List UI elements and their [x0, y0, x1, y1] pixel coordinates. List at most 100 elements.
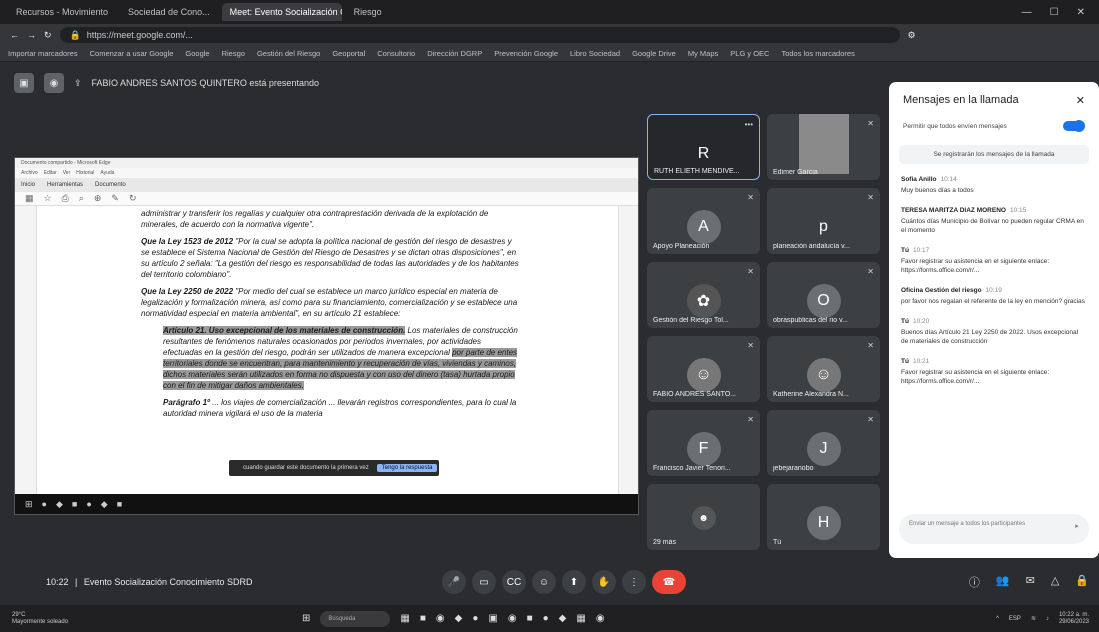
bookmark[interactable]: Comenzar a usar Google — [90, 49, 174, 58]
avatar: ☻ — [691, 506, 716, 530]
app-icon[interactable]: ● — [543, 613, 549, 624]
participant-tile[interactable]: ☺ ✕ Katherine Alexandra N... — [767, 336, 880, 402]
participant-tile[interactable]: J ✕ jebejaranobo — [767, 410, 880, 476]
mic-icon[interactable]: 🎤 — [442, 570, 466, 594]
chat-input[interactable]: Enviar un mensaje a todos los participan… — [899, 514, 1089, 544]
present-icon[interactable]: ⬆ — [562, 570, 586, 594]
weather-temp: 29°C — [12, 611, 26, 618]
bookmark[interactable]: My Maps — [688, 49, 718, 58]
leave-call-button[interactable]: ☎ — [652, 570, 686, 594]
app-icon[interactable]: ▦ — [400, 613, 409, 624]
toast-button: Tengo la respuesta — [376, 464, 438, 472]
captions-icon[interactable]: CC — [502, 570, 526, 594]
language-indicator[interactable]: ESP — [1009, 616, 1021, 622]
activities-icon[interactable]: △ — [1051, 574, 1059, 590]
avatar: ☺ — [686, 358, 721, 392]
bookmark[interactable]: Importar marcadores — [8, 49, 78, 58]
avatar: O — [806, 284, 841, 318]
bookmark[interactable]: Geoportal — [332, 49, 365, 58]
bookmark[interactable]: Dirección DGRP — [427, 49, 482, 58]
participant-tile[interactable]: ✿ ✕ Gestión del Riesgo Tol... — [647, 262, 760, 328]
minimize-icon[interactable]: — — [1022, 7, 1032, 18]
avatar: J — [806, 432, 841, 466]
wifi-icon[interactable]: ≋ — [1031, 615, 1036, 622]
forward-icon[interactable]: → — [27, 30, 36, 40]
lock-icon: 🔒 — [69, 29, 81, 40]
bookmark[interactable]: Riesgo — [222, 49, 245, 58]
bookmark[interactable]: Consultorio — [377, 49, 415, 58]
send-icon[interactable]: ➤ — [1074, 523, 1079, 532]
reactions-icon[interactable]: ☺ — [532, 570, 556, 594]
shared-tab: Herramientas — [47, 182, 84, 188]
bookmark[interactable]: PLG y OEC — [730, 49, 769, 58]
close-icon[interactable]: ✕ — [1076, 94, 1085, 107]
shared-left-panel — [15, 206, 37, 496]
browser-tab-meet[interactable]: Meet: Evento Socialización Co... — [221, 3, 342, 21]
participant-tile[interactable]: ☺ ✕ FABIO ANDRES SANTO... — [647, 336, 760, 402]
participant-tile[interactable]: p ✕ planeación andalucía v... — [767, 188, 880, 254]
clock[interactable]: 10:22 a. m. 29/06/2023 — [1059, 612, 1089, 626]
chat-panel: Mensajes en la llamada ✕ Permitir que to… — [889, 82, 1099, 558]
participant-name: Katherine Alexandra N... — [773, 391, 849, 398]
back-icon[interactable]: ← — [10, 30, 19, 40]
toast-text: cuando guardar este documento la primera… — [243, 465, 369, 471]
maximize-icon[interactable]: ☐ — [1050, 7, 1059, 18]
app-icon[interactable]: ■ — [527, 613, 533, 624]
start-icon[interactable]: ⊞ — [302, 613, 310, 624]
bookmark[interactable]: Google Drive — [632, 49, 676, 58]
zoom-icon: ⊕ — [93, 193, 102, 203]
app-icon[interactable]: ◆ — [559, 613, 567, 624]
weather-widget[interactable]: 29°C Mayormente soleado — [12, 612, 68, 626]
bookmark[interactable]: Todos los marcadores — [781, 49, 854, 58]
participant-tile[interactable]: H Tú — [767, 484, 880, 550]
bookmark[interactable]: Prevención Google — [494, 49, 558, 58]
participant-tile[interactable]: ✕ Edimer Garcia — [767, 114, 880, 180]
participant-video — [798, 114, 849, 174]
participant-tile[interactable]: F ✕ Francisco Javier Tenori... — [647, 410, 760, 476]
layout-icon[interactable]: ▣ — [14, 73, 34, 93]
participant-tile[interactable]: O ✕ obraspublicas del rio v... — [767, 262, 880, 328]
taskbar-search[interactable]: Búsqueda — [320, 610, 391, 627]
participant-tile[interactable]: R ••• RUTH ELIETH MENDIVE... — [647, 114, 760, 180]
participant-tile[interactable]: ☻ 29 más — [647, 484, 760, 550]
participant-tile[interactable]: A ✕ Apoyo Planeación — [647, 188, 760, 254]
app-icon[interactable]: ◉ — [508, 613, 517, 624]
info-icon[interactable]: ⓘ — [969, 574, 980, 590]
camera-icon[interactable]: ▭ — [472, 570, 496, 594]
browser-tab-1[interactable]: Recursos - Movimiento — [8, 3, 116, 21]
chevron-up-icon[interactable]: ^ — [996, 616, 999, 622]
chat-permission-toggle[interactable] — [1063, 120, 1085, 132]
star-icon: ☆ — [43, 193, 52, 203]
close-window-icon[interactable]: ✕ — [1077, 7, 1085, 18]
pin-icon[interactable]: ◉ — [44, 73, 64, 93]
mic-off-icon: ✕ — [867, 341, 874, 350]
browser-tab-4[interactable]: Riesgo — [346, 3, 390, 21]
doc-paragraph: administrar y transferir los regalías y … — [141, 209, 489, 229]
host-controls-icon[interactable]: 🔒 — [1075, 574, 1089, 590]
more-options-icon[interactable]: ⋮ — [622, 570, 646, 594]
app-icon[interactable]: ▣ — [488, 613, 497, 624]
presentation-bar: ▣ ◉ ⇪ FABIO ANDRES SANTOS QUINTERO está … — [0, 62, 880, 104]
people-icon[interactable]: 👥 — [996, 574, 1010, 590]
app-icon[interactable]: ◉ — [436, 613, 445, 624]
chat-message: Sofia Anillo 10:14 Muy buenos días a todos — [901, 176, 974, 194]
volume-icon[interactable]: ♪ — [1046, 616, 1049, 622]
clock-time: 10:22 a. m. — [1058, 611, 1089, 618]
app-icon[interactable]: ● — [472, 613, 478, 624]
address-text: https://meet.google.com/... — [86, 30, 193, 40]
address-bar[interactable]: 🔒 https://meet.google.com/... — [59, 27, 900, 43]
raise-hand-icon[interactable]: ✋ — [592, 570, 616, 594]
participant-name: FABIO ANDRES SANTO... — [653, 391, 737, 398]
bookmark[interactable]: Libro Sociedad — [570, 49, 620, 58]
app-icon[interactable]: ◆ — [455, 613, 463, 624]
bookmark[interactable]: Google — [185, 49, 209, 58]
more-icon[interactable]: ••• — [745, 120, 753, 129]
chat-icon[interactable]: ✉ — [1026, 574, 1035, 590]
extensions-icon[interactable]: ⚙ — [908, 30, 916, 41]
reload-icon[interactable]: ↻ — [44, 30, 52, 41]
app-icon[interactable]: ▦ — [576, 613, 585, 624]
app-icon[interactable]: ■ — [420, 613, 426, 624]
browser-tab-2[interactable]: Sociedad de Cono... — [120, 3, 218, 21]
bookmark[interactable]: Gestión del Riesgo — [257, 49, 320, 58]
app-icon[interactable]: ◉ — [596, 613, 605, 624]
